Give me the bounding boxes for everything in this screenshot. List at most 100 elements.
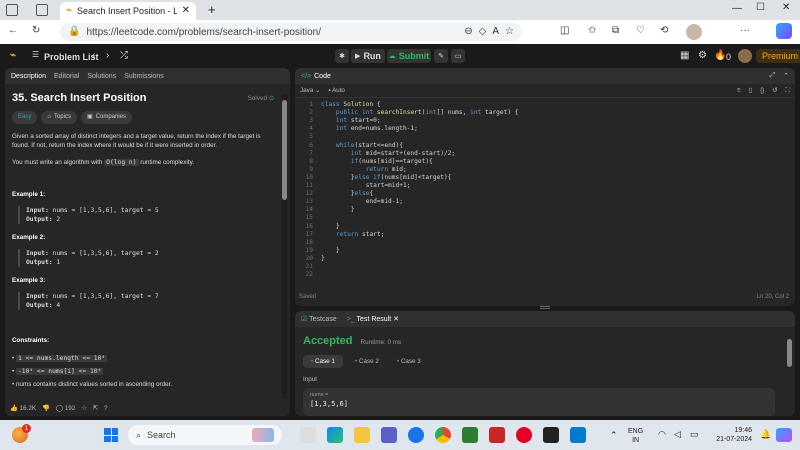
volume-icon[interactable]: ◁ <box>674 430 681 439</box>
case-tab[interactable]: • Case 2 <box>349 355 385 368</box>
like-button[interactable]: 👍 16.2K <box>10 404 36 412</box>
code-line[interactable]: 3 int start=0; <box>295 117 795 125</box>
format-icon[interactable]: ≡ <box>737 87 741 94</box>
leetcode-logo-icon[interactable]: ⌁ <box>10 51 16 61</box>
code-line[interactable]: 10 }else if(nums[mid]<target){ <box>295 174 795 182</box>
teams-icon[interactable] <box>381 427 397 443</box>
collections-icon[interactable]: ⧉ <box>612 26 619 36</box>
code-line[interactable]: 2 public int searchInsert(int[] nums, in… <box>295 109 795 117</box>
tab-description[interactable]: Description <box>11 73 46 80</box>
language-select[interactable]: Java ⌄ <box>300 87 320 94</box>
code-line[interactable]: 21 <box>295 263 795 271</box>
share-icon[interactable]: ⇱ <box>93 405 98 412</box>
result-scrollbar[interactable] <box>787 335 792 413</box>
copilot-taskbar-icon[interactable] <box>776 428 792 442</box>
new-tab-icon[interactable]: + <box>208 3 216 16</box>
shuffle-icon[interactable]: ⤮ <box>120 51 128 61</box>
code-line[interactable]: 19 } <box>295 247 795 255</box>
extension-icon[interactable]: ◇ <box>479 27 487 37</box>
problem-title[interactable]: 35. Search Insert Position <box>12 93 147 104</box>
prev-problem-icon[interactable]: ‹ <box>92 51 95 61</box>
auto-toggle[interactable]: ▪ Auto <box>328 87 345 94</box>
user-avatar[interactable] <box>738 49 752 63</box>
copilot-icon[interactable] <box>776 23 792 39</box>
code-line[interactable]: 1 class Solution { <box>295 101 795 109</box>
minimize-icon[interactable]: — <box>732 4 742 14</box>
scrollbar-thumb[interactable] <box>787 339 792 367</box>
tab-editorial[interactable]: Editorial <box>54 73 79 80</box>
next-problem-icon[interactable]: › <box>106 51 109 61</box>
tab-testcase[interactable]: ☑ Testcase <box>301 315 337 323</box>
premium-button[interactable]: Premium <box>756 49 800 63</box>
show-hidden-icons[interactable]: ⌃ <box>610 431 618 440</box>
windows-start-icon[interactable] <box>104 428 118 442</box>
notes-icon[interactable]: ✎ <box>434 49 448 63</box>
fullscreen-icon[interactable]: ⛶ <box>786 87 790 95</box>
zoom-icon[interactable]: ⊖ <box>464 27 472 37</box>
split-screen-icon[interactable]: ◫ <box>560 26 569 36</box>
code-line[interactable]: 17 return start; <box>295 231 795 239</box>
code-line[interactable]: 20} <box>295 255 795 263</box>
history-icon[interactable]: ⟲ <box>660 26 668 36</box>
companies-button[interactable]: ▣ Companies <box>80 111 133 124</box>
chat-icon[interactable]: ▭ <box>451 49 465 63</box>
maximize-icon[interactable]: ☐ <box>756 3 765 13</box>
problem-list-link[interactable]: Problem List <box>44 52 99 62</box>
code-line[interactable]: 12 }else{ <box>295 190 795 198</box>
code-line[interactable]: 16 } <box>295 223 795 231</box>
read-aloud-icon[interactable]: A <box>492 27 499 37</box>
battery-icon[interactable]: ▭ <box>690 430 699 439</box>
refresh-icon[interactable]: ↻ <box>32 26 40 36</box>
code-line[interactable]: 6 while(start<=end){ <box>295 142 795 150</box>
file-explorer-icon[interactable] <box>354 427 370 443</box>
run-button[interactable]: ▶ Run <box>351 49 385 63</box>
code-line[interactable]: 8 if(nums[mid]==target){ <box>295 158 795 166</box>
code-line[interactable]: 13 end=mid-1; <box>295 198 795 206</box>
code-line[interactable]: 4 int end=nums.length-1; <box>295 125 795 133</box>
scrollbar-thumb[interactable] <box>282 100 287 200</box>
favorites-bar-icon[interactable]: ✩ <box>588 26 596 36</box>
code-line[interactable]: 18 <box>295 239 795 247</box>
topics-button[interactable]: ⌂ Topics <box>41 111 77 124</box>
code-line[interactable]: 5 <box>295 133 795 141</box>
clock[interactable]: 19:46 21-07-2024 <box>706 426 752 444</box>
close-tab-icon[interactable]: ✕ <box>182 6 190 16</box>
pinterest-icon[interactable] <box>516 427 532 443</box>
code-line[interactable]: 15 <box>295 214 795 222</box>
capcut-icon[interactable] <box>543 427 559 443</box>
dislike-icon[interactable]: 👎 <box>42 404 50 412</box>
settings-icon[interactable]: ⚙ <box>698 51 707 61</box>
help-app-icon[interactable] <box>408 427 424 443</box>
wifi-icon[interactable]: ◠ <box>658 430 666 439</box>
layout-icon[interactable]: ▦ <box>680 51 689 61</box>
notifications-icon[interactable]: 🔔 <box>760 430 771 439</box>
collapse-icon[interactable]: ⌃ <box>783 72 789 80</box>
expand-icon[interactable]: ⤢ <box>770 72 776 80</box>
favorite-icon[interactable]: ☆ <box>505 27 514 37</box>
avatar[interactable] <box>686 24 702 40</box>
tab-solutions[interactable]: Solutions <box>87 73 116 80</box>
url-field[interactable]: 🔒 https://leetcode.com/problems/search-i… <box>60 23 522 41</box>
chrome-icon[interactable] <box>435 427 451 443</box>
vscode-icon[interactable] <box>570 427 586 443</box>
tab-actions-icon[interactable] <box>36 4 48 16</box>
submit-button[interactable]: ☁ Submit <box>387 49 431 63</box>
bookmark-icon[interactable]: ▯ <box>749 87 752 94</box>
case-tab[interactable]: • Case 3 <box>391 355 427 368</box>
browser-essentials-icon[interactable]: ♡ <box>636 26 645 36</box>
tab-test-result[interactable]: >_ Test Result ✕ <box>347 315 399 323</box>
mcafee-icon[interactable] <box>489 427 505 443</box>
code-line[interactable]: 14 } <box>295 206 795 214</box>
more-menu-icon[interactable]: ··· <box>740 26 750 36</box>
profile-icon[interactable] <box>6 4 18 16</box>
case-tab[interactable]: • Case 1 <box>303 355 343 368</box>
tab-submissions[interactable]: Submissions <box>124 73 164 80</box>
reset-icon[interactable]: ↺ <box>772 87 777 94</box>
code-editor[interactable]: 1 class Solution {2 public int searchInse… <box>295 101 795 281</box>
language-indicator[interactable]: ENG IN <box>628 427 643 445</box>
code-line[interactable]: 22 <box>295 271 795 279</box>
back-icon[interactable]: ← <box>8 26 18 36</box>
close-icon[interactable]: ✕ <box>393 316 399 323</box>
code-line[interactable]: 9 return mid; <box>295 166 795 174</box>
star-icon[interactable]: ☆ <box>81 405 87 412</box>
